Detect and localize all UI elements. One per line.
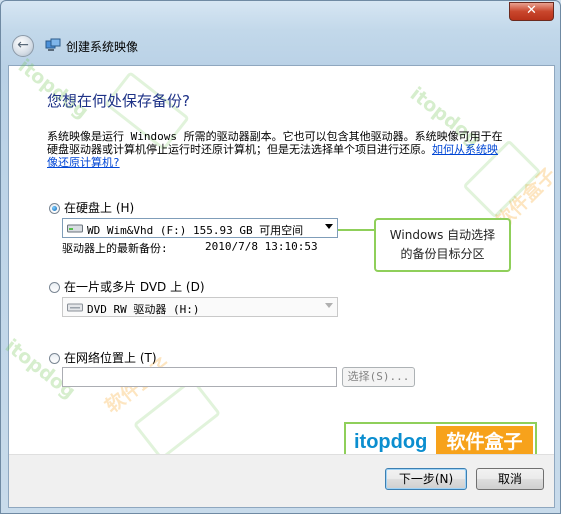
callout-line-2: 的备份目标分区 — [400, 247, 485, 261]
callout-line-1: Windows 自动选择 — [389, 228, 496, 242]
close-icon: ✕ — [526, 3, 537, 18]
network-path-input[interactable] — [62, 367, 337, 387]
watermark-text-1: itopdog — [13, 54, 93, 124]
dvd-label[interactable]: 在一片或多片 DVD 上 (D) — [64, 278, 205, 295]
window-frame: ✕ ← 创建系统映像 itopdog itopdog 软件盒子 itopdog … — [0, 0, 561, 514]
latest-backup-label: 驱动器上的最新备份: — [62, 242, 168, 255]
dialog-footer: 下一步(N) 取消 — [9, 454, 554, 507]
callout-connector — [338, 229, 374, 231]
hard-drive-icon — [67, 224, 83, 233]
watermark-frame-3 — [132, 377, 222, 461]
network-radio[interactable] — [49, 353, 60, 364]
system-image-app-icon — [45, 38, 61, 51]
annotation-callout: Windows 自动选择 的备份目标分区 — [374, 218, 511, 272]
hard-disk-drive-value: WD Wim&Vhd (F:) 155.93 GB 可用空间 — [87, 224, 304, 237]
chevron-down-icon — [325, 224, 333, 229]
hard-disk-label[interactable]: 在硬盘上 (H) — [64, 199, 134, 216]
network-browse-button[interactable]: 选择(S)... — [342, 367, 415, 387]
back-arrow-icon: ← — [17, 37, 29, 53]
hard-disk-radio[interactable] — [49, 203, 60, 214]
dvd-drive-value: DVD RW 驱动器 (H:) — [87, 303, 200, 316]
description-paragraph: 系统映像是运行 Windows 所需的驱动器副本。它也可以包含其他驱动器。系统映… — [47, 130, 507, 169]
window-title: 创建系统映像 — [66, 40, 139, 54]
dvd-drive-icon — [67, 303, 83, 312]
hard-disk-drive-select[interactable]: WD Wim&Vhd (F:) 155.93 GB 可用空间 — [62, 218, 338, 238]
network-label[interactable]: 在网络位置上 (T) — [64, 349, 157, 366]
page-heading: 您想在何处保存备份? — [47, 92, 190, 110]
latest-backup-value: 2010/7/8 13:10:53 — [205, 240, 318, 253]
chevron-down-icon — [325, 303, 333, 308]
dialog-content: itopdog itopdog 软件盒子 itopdog 软件盒子 您想在何处保… — [1, 55, 561, 508]
dvd-radio[interactable] — [49, 282, 60, 293]
close-button[interactable]: ✕ — [509, 2, 554, 21]
next-button[interactable]: 下一步(N) — [385, 468, 467, 490]
dvd-drive-select[interactable]: DVD RW 驱动器 (H:) — [62, 297, 338, 317]
cancel-button[interactable]: 取消 — [476, 468, 544, 490]
back-button[interactable]: ← — [12, 35, 34, 57]
